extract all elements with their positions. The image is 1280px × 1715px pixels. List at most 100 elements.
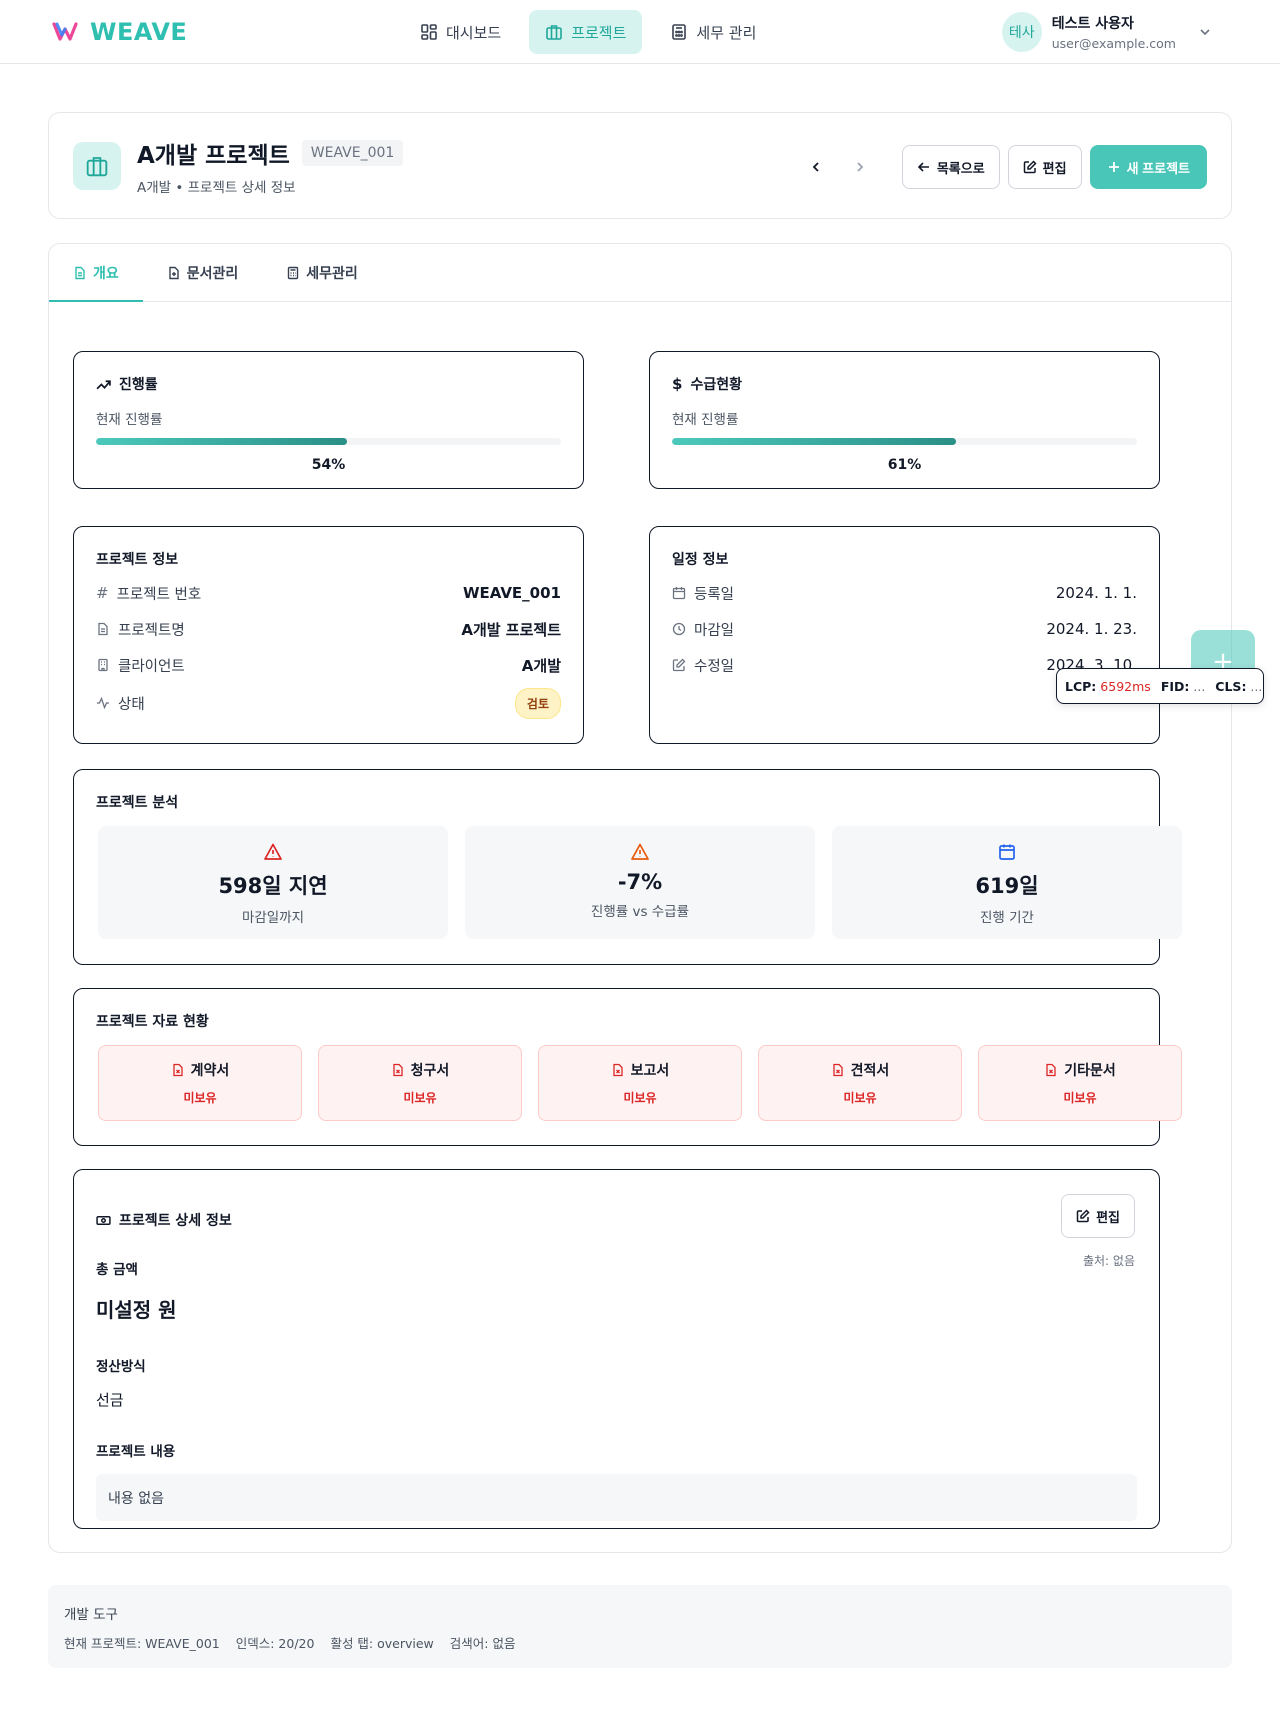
doc-report-name: 보고서 [630,1063,670,1079]
nav-dashboard[interactable]: 대시보드 [404,10,517,54]
alert-triangle-icon [264,843,282,860]
status-badge: 검토 [514,687,561,719]
briefcase-icon [546,25,563,40]
calculator-icon [288,266,299,279]
stat-delay: 598일 지연 마감일까지 [98,826,448,939]
materials-card: 프로젝트 자료 현황 계약서 미보유 청구서 미보유 보고서 미보유 견적서 미… [73,988,1182,1146]
doc-contract-name: 계약서 [190,1063,230,1079]
new-project-button[interactable]: 새 프로젝트 [1089,145,1207,189]
main-nav: 대시보드 프로젝트 세무 관리 [404,10,772,54]
info-value-client: A개발 [521,656,561,675]
fid-label: FID: [1160,678,1190,694]
lcp-value: 6592ms [1100,678,1151,694]
plus-icon [1108,162,1119,172]
edit-project-label: 편집 [1042,160,1067,176]
project-header-card: A개발 프로젝트 WEAVE_001 A개발 • 프로젝트 상세 정보 목록으로… [48,112,1232,219]
doc-other[interactable]: 기타문서 미보유 [978,1045,1182,1121]
user-menu[interactable]: 테사 테스트 사용자 user@example.com [1001,12,1212,52]
doc-invoice[interactable]: 청구서 미보유 [318,1045,522,1121]
info-key-client: 클라이언트 [118,658,185,675]
file-x-icon [173,1063,183,1077]
project-detail-card: 개요 문서관리 세무관리 진행률 현재 진행률 54% $ 수급현황 현재 진행… [48,243,1232,1553]
settlement-value: 선금 [96,1391,124,1409]
nav-dashboard-label: 대시보드 [446,23,502,42]
payment-bar [672,438,1137,445]
stat-duration-value: 619일 [975,874,1039,898]
activity-icon [97,696,109,710]
dev-current-project: 현재 프로젝트: WEAVE_001 [64,1636,220,1651]
tab-overview-label: 개요 [93,265,119,282]
calculator-icon [672,24,687,40]
document-icon [75,266,85,279]
schedule-row-created: 등록일 2024. 1. 1. [672,575,1137,611]
file-x-icon [1046,1063,1056,1077]
building-icon [98,658,108,672]
file-x-icon [613,1063,623,1077]
detail-edit-label: 편집 [1096,1209,1120,1225]
file-plus-icon [169,266,179,279]
back-to-list-button[interactable]: 목록으로 [901,145,1000,189]
doc-contract-status: 미보유 [183,1091,217,1105]
chevron-left-icon [812,162,819,172]
project-info-title: 프로젝트 정보 [96,552,179,568]
edit-icon [1023,160,1037,174]
total-amount-value: 미설정 원 [96,1298,177,1322]
tab-documents-label: 문서관리 [186,265,239,282]
project-info-card: 프로젝트 정보 # 프로젝트 번호 WEAVE_001 프로젝트명 A개발 프로젝… [73,526,584,744]
schedule-row-deadline: 마감일 2024. 1. 23. [672,611,1137,647]
page-title: A개발 프로젝트 [137,142,290,169]
progress-value: 54% [311,457,346,473]
schedule-value-created: 2024. 1. 1. [1055,584,1137,602]
edit-icon [672,658,686,672]
prev-project-button[interactable] [798,145,834,189]
cls-value: ... [1250,678,1263,694]
detail-card: 프로젝트 상세 정보 편집 총 금액 출처: 없음 미설정 원 정산방식 선금 … [73,1169,1160,1529]
new-project-label: 새 프로젝트 [1126,160,1190,176]
schedule-key-modified: 수정일 [694,658,735,675]
content-value: 내용 없음 [96,1474,1137,1521]
lcp-label: LCP: [1065,678,1097,694]
schedule-value-deadline: 2024. 1. 23. [1046,620,1137,638]
tab-overview[interactable]: 개요 [49,244,143,302]
nav-projects[interactable]: 프로젝트 [529,10,643,54]
doc-report[interactable]: 보고서 미보유 [538,1045,742,1121]
content-label: 프로젝트 내용 [96,1444,176,1460]
dev-active-tab: 활성 탭: overview [330,1636,434,1651]
project-icon [73,141,121,190]
doc-estimate-status: 미보유 [843,1091,877,1105]
schedule-key-deadline: 마감일 [694,622,735,639]
stat-duration: 619일 진행 기간 [832,826,1182,939]
performance-monitor[interactable]: LCP: 6592ms FID: ... CLS: ... [1056,668,1264,704]
tab-tax-label: 세무관리 [306,265,358,282]
next-project-button[interactable] [842,145,878,189]
nav-tax[interactable]: 세무 관리 [654,10,772,54]
detail-edit-button[interactable]: 편집 [1061,1194,1135,1238]
progress-title: 진행률 [119,377,158,393]
progress-label: 현재 진행률 [96,412,163,428]
document-icon [98,622,108,636]
info-value-number: WEAVE_001 [462,584,561,602]
user-email: user@example.com [1051,36,1176,51]
back-to-list-label: 목록으로 [936,160,985,176]
settlement-label: 정산방식 [96,1359,146,1375]
doc-other-name: 기타문서 [1064,1063,1116,1079]
project-code-badge: WEAVE_001 [301,139,404,166]
payment-label: 현재 진행률 [672,412,739,428]
doc-estimate[interactable]: 견적서 미보유 [758,1045,962,1121]
chevron-down-icon[interactable] [1198,25,1212,39]
file-x-icon [833,1063,843,1077]
tab-tax[interactable]: 세무관리 [262,244,382,301]
brand-logo[interactable]: WEAVE [52,18,187,46]
stat-gap-value: -7% [617,870,663,894]
info-row-name: 프로젝트명 A개발 프로젝트 [96,611,561,647]
tab-documents[interactable]: 문서관리 [143,244,263,301]
dev-search: 검색어: 없음 [449,1636,516,1651]
briefcase-icon [86,156,108,176]
edit-project-button[interactable]: 편집 [1007,145,1082,189]
dev-tools-title: 개발 도구 [64,1607,118,1623]
grid-icon [421,24,437,40]
cls-label: CLS: [1215,678,1247,694]
doc-contract[interactable]: 계약서 미보유 [98,1045,302,1121]
schedule-card: 일정 정보 등록일 2024. 1. 1. 마감일 2024. 1. 23. 수… [649,526,1160,744]
payment-bar-fill [672,438,956,445]
